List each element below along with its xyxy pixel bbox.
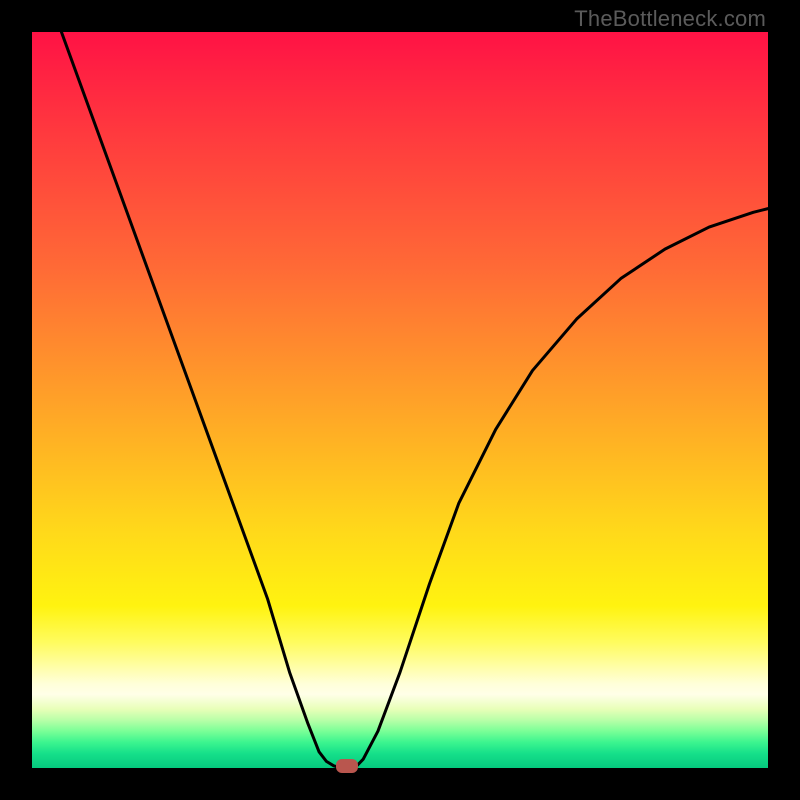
- curve-overlay: [32, 32, 768, 768]
- curve-left-branch: [61, 32, 337, 767]
- chart-frame: TheBottleneck.com: [0, 0, 800, 800]
- watermark-text: TheBottleneck.com: [574, 6, 766, 32]
- minimum-marker: [336, 759, 358, 773]
- plot-area: [32, 32, 768, 768]
- curve-right-branch: [356, 209, 768, 767]
